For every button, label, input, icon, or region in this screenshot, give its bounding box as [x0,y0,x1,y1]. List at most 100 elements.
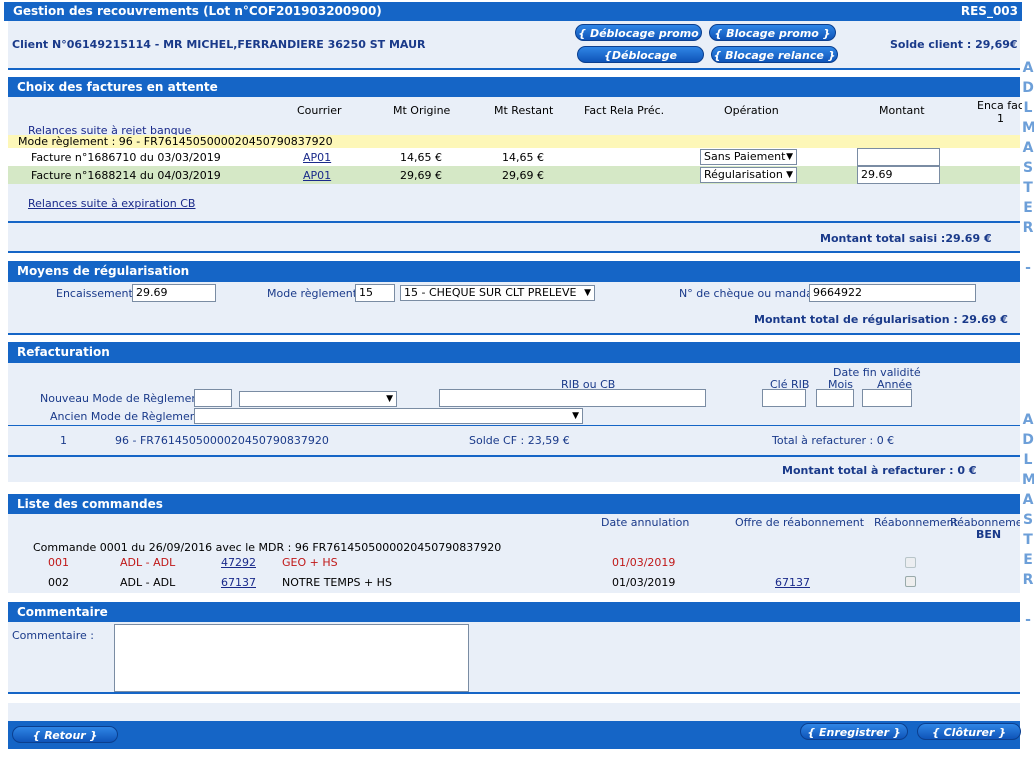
page-title: Gestion des recouvrements (Lot n°COF2019… [13,4,382,18]
spacer [8,694,1020,702]
dropdown-arrow-icon: ▼ [584,288,591,298]
side-letter: E [1023,552,1033,568]
col-date-annulation: Date annulation [601,516,690,529]
nouveau-mode-label: Nouveau Mode de Règlement : [40,392,210,405]
col-fact-rela: Fact Rela Préc. [584,104,665,117]
col-enca-fact-num: 1 [997,112,1004,125]
facture-label: Facture n°1686710 du 03/03/2019 [31,151,221,164]
mode-code-input[interactable]: 15 [355,284,395,302]
commande-titre: GEO + HS [282,556,338,569]
side-letter: T [1023,180,1033,196]
deblocage-promo-button[interactable]: { Déblocage promo } [575,24,702,57]
total-refacturer: Montant total à refacturer : 0 € [782,464,977,477]
annee-input[interactable] [862,389,912,407]
side-letter: M [1022,472,1034,488]
side-letter: T [1023,532,1033,548]
side-letter: D [1022,432,1034,448]
ancien-mode-select[interactable]: ▼ [194,408,583,424]
title-bar: Gestion des recouvrements (Lot n°COF2019… [4,2,1022,21]
montant-input[interactable] [857,148,940,166]
solde-client: Solde client : 29,69€ [890,38,1018,51]
side-letter: - [1025,260,1031,276]
rib-cb-input[interactable] [439,389,706,407]
cle-rib-input[interactable] [762,389,806,407]
commande-num: 002 [48,576,69,589]
commande-type: ADL - ADL [120,556,176,569]
mt-origine: 14,65 € [400,151,442,164]
total-refacturer-row: Total à refacturer : 0 € [772,434,895,447]
commentaire-textarea[interactable] [114,624,469,692]
divider [8,251,1020,253]
section-commandes-header: Liste des commandes [8,494,1020,514]
mode-reglement-row: Mode règlement : 96 - FR7614505000020450… [8,135,1020,148]
ancien-mode-label: Ancien Mode de Règlement : [50,410,209,423]
col-courrier: Courrier [297,104,342,117]
side-watermark-top: A D L M A S T E R - [1022,58,1034,278]
col-enca-fact: Enca fact [977,99,1022,112]
cloturer-button[interactable]: { Clôturer } [917,723,1021,740]
commentaire-label: Commentaire : [12,629,94,642]
deblocage-relance-button[interactable]: {Déblocage relance} [577,46,704,79]
side-letter: R [1022,572,1034,588]
mois-input[interactable] [816,389,854,407]
section-commentaire-header: Commentaire [8,602,1020,622]
mode-reglement-select[interactable]: 15 - CHEQUE SUR CLT PRELEVE ▼ [400,285,595,301]
operation-value: Régularisation [704,168,783,181]
side-letter: M [1022,120,1034,136]
operation-select[interactable]: Régularisation ▼ [700,167,797,183]
nouveau-mode-code-input[interactable] [194,389,232,407]
offre-link[interactable]: 67137 [775,576,810,589]
mt-restant: 14,65 € [502,151,544,164]
commande-line: Commande 0001 du 26/09/2016 avec le MDR … [33,541,502,554]
retour-button[interactable]: { Retour } [12,726,118,743]
refacturation-mode: 96 - FR7614505000020450790837920 [115,434,329,447]
enregistrer-button[interactable]: { Enregistrer } [800,723,908,740]
mode-reglement-text: Mode règlement : 96 - FR7614505000020450… [18,135,333,148]
courrier-link[interactable]: AP01 [303,151,331,164]
side-letter: A [1022,412,1034,428]
blocage-promo-button[interactable]: { Blocage promo } [709,24,836,41]
commande-code-link[interactable]: 47292 [221,556,256,569]
reabonnement-checkbox[interactable] [905,576,916,587]
commande-num: 001 [48,556,69,569]
col-operation: Opération [724,104,779,117]
side-letter: A [1022,492,1034,508]
side-letter: S [1022,160,1034,176]
cheque-input[interactable]: 9664922 [809,284,976,302]
blocage-relance-button[interactable]: { Blocage relance } [711,46,838,63]
nouveau-mode-select[interactable]: ▼ [239,391,397,407]
footer-gap [8,703,1020,721]
facture-label: Facture n°1688214 du 04/03/2019 [31,169,221,182]
divider [8,425,1020,426]
mt-restant: 29,69 € [502,169,544,182]
col-offre: Offre de réabonnement [735,516,865,529]
side-letter: S [1022,512,1034,528]
courrier-link[interactable]: AP01 [303,169,331,182]
side-watermark-bottom: A D L M A S T E R - [1022,410,1034,630]
montant-input[interactable]: 29.69 [857,166,940,184]
mt-origine: 29,69 € [400,169,442,182]
mode-reglement-value: 15 - CHEQUE SUR CLT PRELEVE [404,286,577,299]
col-ben: BEN [976,528,1002,541]
encaissement-input[interactable]: 29.69 [132,284,216,302]
commande-type: ADL - ADL [120,576,176,589]
reabonnement-checkbox[interactable] [905,557,916,568]
cheque-label: N° de chèque ou mandat : [679,287,825,300]
commande-code-link[interactable]: 67137 [221,576,256,589]
dropdown-arrow-icon: ▼ [572,411,579,421]
divider [8,333,1020,335]
side-letter: A [1022,140,1034,156]
client-info: Client N°06149215114 - MR MICHEL,FERRAND… [12,38,426,51]
operation-select[interactable]: Sans Paiement ▼ [700,149,797,165]
section-factures-header: Choix des factures en attente [8,77,1020,97]
section-moyens-header: Moyens de régularisation [8,261,1020,282]
col-reabonnement: Réabonnement [874,516,958,529]
side-letter: D [1022,80,1034,96]
side-letter: A [1022,60,1034,76]
screen-code: RES_003 [960,4,1018,18]
dropdown-arrow-icon: ▼ [786,152,793,162]
col-montant: Montant [879,104,925,117]
relances-cb-link[interactable]: Relances suite à expiration CB [28,197,195,210]
dropdown-arrow-icon: ▼ [386,394,393,404]
side-letter: R [1022,220,1034,236]
